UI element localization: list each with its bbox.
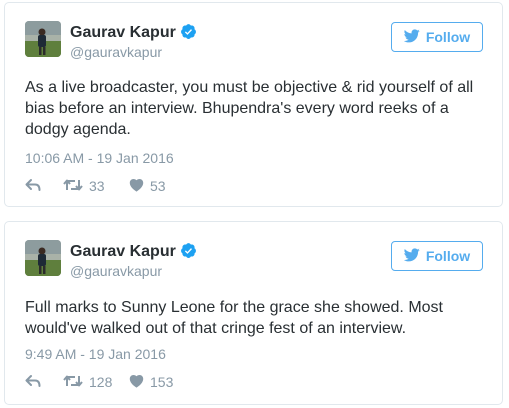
avatar[interactable]	[25, 240, 61, 276]
display-name[interactable]: Gaurav Kapur	[70, 23, 197, 45]
display-name[interactable]: Gaurav Kapur	[70, 242, 197, 264]
like-count: 153	[150, 374, 174, 390]
tweet-card: Gaurav Kapur @gauravkapur Follow As a li…	[4, 2, 503, 207]
retweet-button[interactable]: 33	[63, 178, 125, 195]
like-button[interactable]: 153	[129, 374, 173, 391]
heart-icon	[129, 374, 144, 391]
twitter-bird-icon	[403, 247, 420, 265]
like-count: 53	[150, 178, 166, 194]
verified-badge-icon	[180, 23, 197, 45]
retweet-icon	[63, 374, 83, 391]
twitter-bird-icon	[403, 28, 420, 46]
retweet-count: 33	[89, 178, 105, 194]
user-handle[interactable]: @gauravkapur	[70, 44, 162, 60]
reply-icon	[25, 178, 41, 195]
user-handle[interactable]: @gauravkapur	[70, 263, 162, 279]
tweet-actions: 33 53	[25, 176, 166, 196]
retweet-icon	[63, 178, 83, 195]
avatar[interactable]	[25, 21, 61, 57]
verified-badge-icon	[180, 242, 197, 264]
tweet-card: Gaurav Kapur @gauravkapur Follow Full ma…	[4, 221, 503, 405]
follow-button[interactable]: Follow	[391, 241, 483, 271]
display-name-text: Gaurav Kapur	[70, 243, 176, 260]
reply-icon	[25, 374, 41, 391]
follow-label: Follow	[425, 248, 471, 264]
follow-label: Follow	[425, 29, 471, 45]
tweet-timestamp[interactable]: 9:49 AM - 19 Jan 2016	[25, 346, 166, 362]
reply-button[interactable]	[25, 178, 57, 195]
follow-button[interactable]: Follow	[391, 22, 483, 52]
reply-button[interactable]	[25, 374, 57, 391]
tweet-timestamp[interactable]: 10:06 AM - 19 Jan 2016	[25, 150, 174, 166]
retweet-button[interactable]: 128	[63, 374, 125, 391]
tweet-actions: 128 153	[25, 372, 173, 392]
tweet-text: Full marks to Sunny Leone for the grace …	[25, 299, 443, 337]
display-name-text: Gaurav Kapur	[70, 24, 176, 41]
like-button[interactable]: 53	[129, 178, 166, 195]
tweet-embeds: Gaurav Kapur @gauravkapur Follow As a li…	[0, 0, 509, 408]
tweet-text: As a live broadcaster, you must be objec…	[25, 79, 474, 138]
heart-icon	[129, 178, 144, 195]
retweet-count: 128	[89, 374, 113, 390]
